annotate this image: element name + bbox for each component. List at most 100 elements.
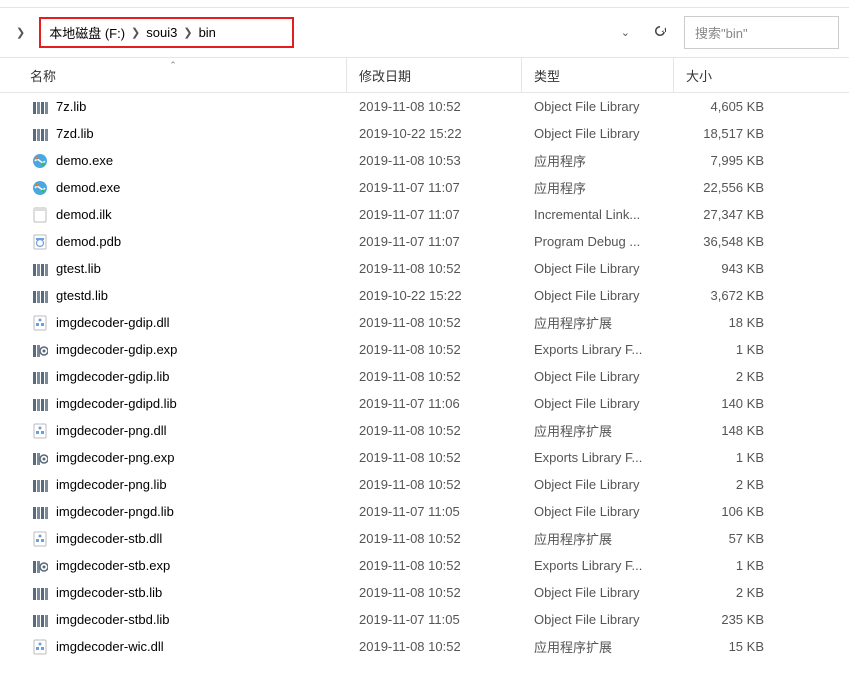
file-size: 15 KB — [674, 639, 774, 654]
chevron-right-icon[interactable]: ❯ — [16, 26, 25, 39]
file-date: 2019-11-08 10:52 — [347, 531, 522, 546]
file-size: 2 KB — [674, 585, 774, 600]
file-row[interactable]: imgdecoder-pngd.lib2019-11-07 11:05Objec… — [0, 498, 849, 525]
file-size: 1 KB — [674, 558, 774, 573]
file-size: 57 KB — [674, 531, 774, 546]
file-date: 2019-10-22 15:22 — [347, 126, 522, 141]
file-row[interactable]: imgdecoder-stb.lib2019-11-08 10:52Object… — [0, 579, 849, 606]
breadcrumb-item[interactable]: 本地磁盘 (F:) — [49, 23, 125, 42]
file-date: 2019-11-07 11:06 — [347, 396, 522, 411]
exp-icon — [30, 341, 50, 359]
file-date: 2019-11-07 11:05 — [347, 612, 522, 627]
file-name: imgdecoder-gdip.exp — [56, 342, 347, 357]
file-name: gtest.lib — [56, 261, 347, 276]
file-name: demod.exe — [56, 180, 347, 195]
file-date: 2019-11-08 10:52 — [347, 423, 522, 438]
file-type: 应用程序扩展 — [522, 421, 674, 440]
lib-icon — [30, 125, 50, 143]
file-type: Object File Library — [522, 99, 674, 114]
file-row[interactable]: imgdecoder-stb.exp2019-11-08 10:52Export… — [0, 552, 849, 579]
file-row[interactable]: demod.ilk2019-11-07 11:07Incremental Lin… — [0, 201, 849, 228]
dll-icon — [30, 314, 50, 332]
file-name: imgdecoder-stbd.lib — [56, 612, 347, 627]
file-row[interactable]: imgdecoder-gdip.exp2019-11-08 10:52Expor… — [0, 336, 849, 363]
file-row[interactable]: demod.pdb2019-11-07 11:07Program Debug .… — [0, 228, 849, 255]
file-row[interactable]: imgdecoder-png.dll2019-11-08 10:52应用程序扩展… — [0, 417, 849, 444]
file-size: 2 KB — [674, 369, 774, 384]
column-header-type[interactable]: 类型 — [522, 58, 674, 92]
file-row[interactable]: demo.exe2019-11-08 10:53应用程序7,995 KB — [0, 147, 849, 174]
search-placeholder: 搜索"bin" — [695, 26, 748, 41]
lib-icon — [30, 476, 50, 494]
ilk-icon — [30, 206, 50, 224]
column-header-size[interactable]: 大小 — [674, 58, 804, 92]
file-type: Object File Library — [522, 612, 674, 627]
refresh-button[interactable] — [644, 19, 676, 46]
sort-ascending-icon: ⌃ — [169, 60, 177, 71]
file-name: imgdecoder-stb.exp — [56, 558, 347, 573]
file-row[interactable]: imgdecoder-stbd.lib2019-11-07 11:05Objec… — [0, 606, 849, 633]
file-row[interactable]: 7zd.lib2019-10-22 15:22Object File Libra… — [0, 120, 849, 147]
file-name: demod.pdb — [56, 234, 347, 249]
file-size: 1 KB — [674, 450, 774, 465]
title-bar — [0, 0, 849, 8]
file-row[interactable]: imgdecoder-gdip.lib2019-11-08 10:52Objec… — [0, 363, 849, 390]
file-name: demod.ilk — [56, 207, 347, 222]
file-size: 22,556 KB — [674, 180, 774, 195]
file-size: 1 KB — [674, 342, 774, 357]
file-name: demo.exe — [56, 153, 347, 168]
dll-icon — [30, 422, 50, 440]
file-row[interactable]: demod.exe2019-11-07 11:07应用程序22,556 KB — [0, 174, 849, 201]
file-row[interactable]: imgdecoder-png.lib2019-11-08 10:52Object… — [0, 471, 849, 498]
column-header-date[interactable]: 修改日期 — [347, 58, 522, 92]
lib-icon — [30, 611, 50, 629]
file-type: Object File Library — [522, 126, 674, 141]
file-name: imgdecoder-gdip.dll — [56, 315, 347, 330]
file-row[interactable]: imgdecoder-gdipd.lib2019-11-07 11:06Obje… — [0, 390, 849, 417]
file-type: Incremental Link... — [522, 207, 674, 222]
search-input[interactable]: 搜索"bin" — [684, 16, 839, 49]
file-type: Program Debug ... — [522, 234, 674, 249]
file-row[interactable]: imgdecoder-gdip.dll2019-11-08 10:52应用程序扩… — [0, 309, 849, 336]
file-date: 2019-11-07 11:05 — [347, 504, 522, 519]
file-name: 7z.lib — [56, 99, 347, 114]
file-date: 2019-11-08 10:52 — [347, 261, 522, 276]
exe-icon — [30, 179, 50, 197]
file-name: imgdecoder-stb.dll — [56, 531, 347, 546]
file-type: Object File Library — [522, 369, 674, 384]
file-row[interactable]: gtest.lib2019-11-08 10:52Object File Lib… — [0, 255, 849, 282]
file-row[interactable]: gtestd.lib2019-10-22 15:22Object File Li… — [0, 282, 849, 309]
file-row[interactable]: 7z.lib2019-11-08 10:52Object File Librar… — [0, 93, 849, 120]
lib-icon — [30, 368, 50, 386]
file-date: 2019-11-08 10:52 — [347, 315, 522, 330]
file-date: 2019-11-08 10:52 — [347, 342, 522, 357]
file-size: 4,605 KB — [674, 99, 774, 114]
file-name: 7zd.lib — [56, 126, 347, 141]
lib-icon — [30, 287, 50, 305]
file-size: 140 KB — [674, 396, 774, 411]
breadcrumb-item[interactable]: soui3 — [146, 25, 177, 40]
column-header-name[interactable]: ⌃ 名称 — [0, 58, 347, 92]
file-name: imgdecoder-wic.dll — [56, 639, 347, 654]
file-date: 2019-11-08 10:52 — [347, 558, 522, 573]
file-type: Exports Library F... — [522, 450, 674, 465]
file-row[interactable]: imgdecoder-png.exp2019-11-08 10:52Export… — [0, 444, 849, 471]
lib-icon — [30, 260, 50, 278]
file-list: 7z.lib2019-11-08 10:52Object File Librar… — [0, 93, 849, 660]
file-size: 235 KB — [674, 612, 774, 627]
file-date: 2019-11-08 10:52 — [347, 639, 522, 654]
file-date: 2019-11-08 10:52 — [347, 99, 522, 114]
file-row[interactable]: imgdecoder-wic.dll2019-11-08 10:52应用程序扩展… — [0, 633, 849, 660]
file-type: 应用程序扩展 — [522, 529, 674, 548]
file-name: imgdecoder-gdipd.lib — [56, 396, 347, 411]
chevron-down-icon[interactable]: ⌄ — [615, 26, 636, 39]
breadcrumb-item[interactable]: bin — [199, 25, 216, 40]
file-type: Exports Library F... — [522, 558, 674, 573]
file-name: imgdecoder-gdip.lib — [56, 369, 347, 384]
exp-icon — [30, 449, 50, 467]
file-date: 2019-11-08 10:52 — [347, 585, 522, 600]
pdb-icon — [30, 233, 50, 251]
file-row[interactable]: imgdecoder-stb.dll2019-11-08 10:52应用程序扩展… — [0, 525, 849, 552]
breadcrumb[interactable]: 本地磁盘 (F:) ❯ soui3 ❯ bin — [39, 17, 294, 48]
file-type: Object File Library — [522, 585, 674, 600]
